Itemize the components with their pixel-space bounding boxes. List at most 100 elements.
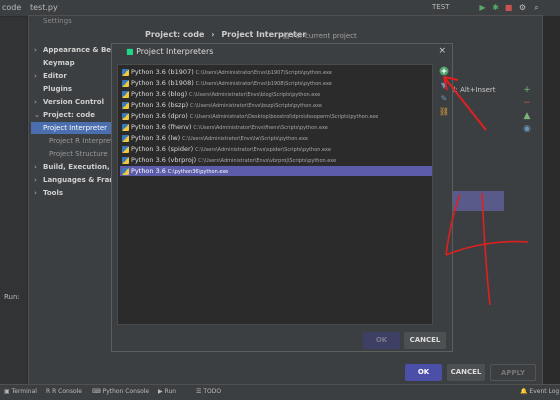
- debug-icon[interactable]: ✱: [491, 3, 500, 12]
- interpreter-path: C:\Users\Administrator\Envs\lw\Scripts\p…: [182, 136, 308, 142]
- nav-item[interactable]: › Build, Execution, Deployment: [31, 161, 119, 173]
- upgrade-package-icon[interactable]: ▲: [520, 111, 534, 124]
- tool-window-icon: 🔔: [520, 388, 528, 395]
- chevron-icon: ›: [34, 176, 37, 184]
- interpreter-row[interactable]: Python 3.6 (dpro) C:\Users\Administrator…: [120, 111, 432, 121]
- chevron-icon: ›: [34, 98, 37, 106]
- interpreter-row[interactable]: Python 3.6 (spider) C:\Users\Administrat…: [120, 144, 432, 154]
- status-tab[interactable]: ▣ Terminal: [4, 388, 37, 395]
- nav-item[interactable]: › Languages & Frameworks: [31, 174, 119, 186]
- interpreter-path: C:\Users\Administrator\Envs\vbrproj\Scri…: [198, 158, 337, 164]
- interpreter-name: Python 3.6 (b1908): [131, 79, 194, 87]
- apply-button[interactable]: APPLY: [490, 364, 536, 381]
- nav-item-label: Project Interpreter: [43, 124, 108, 132]
- python-icon: [122, 146, 129, 153]
- status-tab-label: Run: [164, 388, 177, 395]
- interpreter-row[interactable]: Python 3.6 (blog) C:\Users\Administrator…: [120, 89, 432, 99]
- interpreter-name: Python 3.6 (bszp): [131, 101, 189, 109]
- tool-window-icon: ☰: [196, 388, 202, 395]
- nav-item[interactable]: › Version Control: [31, 96, 119, 108]
- status-tab-label: TODO: [203, 388, 222, 395]
- run-icon[interactable]: ▶: [478, 3, 487, 12]
- interpreter-row[interactable]: Python 3.6 (lw) C:\Users\Administrator\E…: [120, 133, 432, 143]
- settings-window-title: Settings: [43, 17, 72, 25]
- nav-item[interactable]: › Appearance & Behavior: [31, 44, 119, 56]
- project-name[interactable]: code: [2, 3, 21, 12]
- interpreter-name: Python 3.6 (dpro): [131, 112, 188, 120]
- tool-window-icon: ▶: [158, 388, 163, 395]
- nav-item-label: Build, Execution, Deployment: [43, 163, 119, 171]
- project-interpreters-dialog: ■ Project Interpreters × Python 3.6 (b19…: [111, 43, 453, 352]
- nav-item[interactable]: ⌄ Project: code: [31, 109, 119, 121]
- dialog-title: ■ Project Interpreters: [126, 47, 214, 56]
- interpreter-name: Python 3.6 (lw): [131, 134, 181, 142]
- nav-item[interactable]: Plugins: [31, 83, 119, 95]
- interpreter-row[interactable]: Python 3.6 (fhenv) C:\Users\Administrato…: [120, 122, 432, 132]
- interpreter-path: C:\python36\python.exe: [167, 169, 229, 175]
- interpreter-toolbar: ▼ ✎ ⛓: [438, 66, 450, 118]
- show-early-releases-icon[interactable]: ◉: [520, 124, 534, 137]
- show-paths-icon[interactable]: ⛓: [438, 105, 450, 118]
- dialog-ok-button[interactable]: OK: [363, 332, 400, 349]
- project-tool-strip: [0, 17, 27, 384]
- chevron-icon: ›: [34, 189, 37, 197]
- editor-tab[interactable]: test.py: [30, 3, 58, 12]
- stop-icon[interactable]: ■: [504, 3, 513, 12]
- status-tab-label: Terminal: [11, 388, 37, 395]
- interpreter-name: Python 3.6 (spider): [131, 145, 194, 153]
- settings-nav: › Appearance & Behavior Keymap › Editor Plugi…: [31, 44, 119, 344]
- nav-item[interactable]: Project R Interpreter: [31, 135, 119, 147]
- remove-package-icon[interactable]: −: [520, 98, 534, 111]
- nav-item-label: Project Structure: [49, 150, 108, 158]
- add-interpreter-icon[interactable]: [438, 66, 450, 79]
- nav-item[interactable]: Project Structure: [31, 148, 119, 160]
- status-tab-label: R Console: [52, 388, 82, 395]
- interpreter-row[interactable]: Python 3.6 (b1907) C:\Users\Administrato…: [120, 67, 432, 77]
- close-icon[interactable]: ×: [438, 46, 446, 56]
- dialog-cancel-button[interactable]: CANCEL: [404, 332, 446, 349]
- python-icon: [122, 124, 129, 131]
- interpreter-row[interactable]: Python 3.6 (bszp) C:\Users\Administrator…: [120, 100, 432, 110]
- status-tab[interactable]: R R Console: [46, 388, 82, 395]
- interpreter-path: C:\Users\Administrator\Envs\b1908\Script…: [195, 81, 332, 87]
- chevron-icon: ›: [34, 163, 37, 171]
- status-tab[interactable]: ⌨ Python Console: [92, 388, 149, 395]
- interpreter-row[interactable]: Python 3.6 (b1908) C:\Users\Administrato…: [120, 78, 432, 88]
- run-config-selector[interactable]: TEST: [432, 3, 449, 11]
- interpreter-row[interactable]: Python 3.6 C:\python36\python.exe: [120, 166, 432, 176]
- interpreter-name: Python 3.6 (blog): [131, 90, 188, 98]
- interpreter-list[interactable]: Python 3.6 (b1907) C:\Users\Administrato…: [117, 64, 433, 325]
- nav-item[interactable]: › Tools: [31, 187, 119, 199]
- edit-icon[interactable]: ✎: [438, 92, 450, 105]
- for-current-project-label: ▤ For current project: [283, 32, 357, 40]
- nav-item[interactable]: Project Interpreter: [31, 122, 119, 134]
- interpreter-path: C:\Users\Administrator\Envs\blog\Scripts…: [189, 92, 321, 98]
- settings-button-bar: OK CANCEL APPLY: [29, 361, 544, 386]
- nav-item-label: Appearance & Behavior: [43, 46, 119, 54]
- add-package-icon[interactable]: +: [520, 85, 534, 98]
- build-icon[interactable]: ⚙: [518, 3, 527, 12]
- python-icon: [122, 168, 129, 175]
- tool-window-icon: R: [46, 388, 51, 395]
- cancel-button[interactable]: CANCEL: [447, 364, 485, 381]
- nav-item-label: Plugins: [43, 85, 73, 93]
- search-icon[interactable]: ⌕: [532, 3, 541, 12]
- interpreter-path: C:\Users\Administrator\Envs\b1907\Script…: [195, 70, 332, 76]
- interpreter-path: C:\Users\Administrator\Envs\fhenv\Script…: [193, 125, 328, 131]
- nav-item[interactable]: › Editor: [31, 70, 119, 82]
- status-tab[interactable]: ▶ Run: [158, 388, 176, 395]
- nav-item[interactable]: Keymap: [31, 57, 119, 69]
- chevron-icon: ›: [34, 46, 37, 54]
- pycharm-icon: ■: [126, 47, 137, 56]
- ok-button[interactable]: OK: [405, 364, 442, 381]
- chevron-icon: ⌄: [34, 111, 40, 119]
- breadcrumb-separator: ›: [211, 30, 215, 39]
- interpreter-path: C:\Users\Administrator\Envs\spider\Scrip…: [195, 147, 331, 153]
- status-bar: ▣ Terminal R R Console ⌨ Python Console ▶ R…: [0, 384, 560, 400]
- filter-icon[interactable]: ▼: [438, 79, 450, 92]
- nav-item-label: Tools: [43, 189, 64, 197]
- status-tab[interactable]: ☰ TODO: [196, 388, 221, 395]
- status-tab[interactable]: 🔔 Event Log: [520, 388, 559, 395]
- interpreter-name: Python 3.6 (fhenv): [131, 123, 192, 131]
- interpreter-row[interactable]: Python 3.6 (vbrproj) C:\Users\Administra…: [120, 155, 432, 165]
